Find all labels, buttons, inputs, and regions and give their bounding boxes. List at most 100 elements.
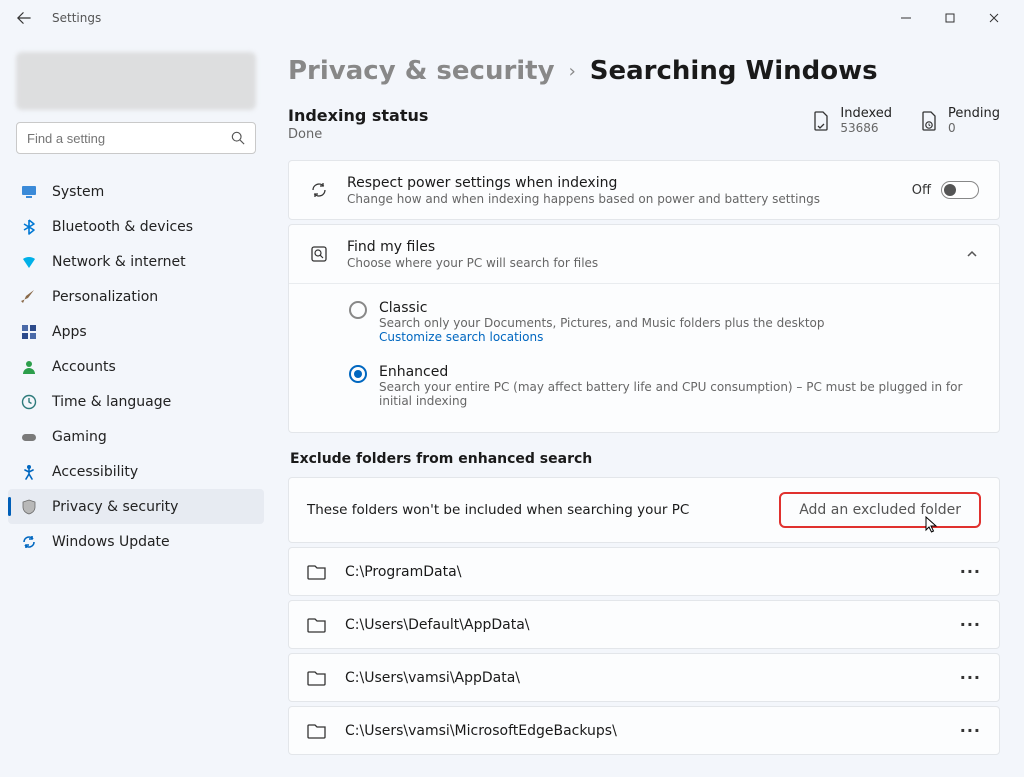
file-search-icon <box>309 244 329 264</box>
radio-option-title: Classic <box>379 300 824 316</box>
app-title: Settings <box>52 11 101 25</box>
excluded-folder-row: C:\Users\Default\AppData\ ··· <box>288 600 1000 649</box>
excluded-folder-row: C:\Users\vamsi\AppData\··· <box>288 653 1000 702</box>
sidebar-item-gaming[interactable]: Gaming <box>8 419 264 454</box>
indexing-status-title: Indexing status <box>288 106 428 125</box>
close-icon <box>989 13 999 23</box>
sidebar-item-accessibility[interactable]: Accessibility <box>8 454 264 489</box>
minimize-icon <box>901 13 911 23</box>
exclude-section-label: Exclude folders from enhanced search <box>290 451 1000 467</box>
sidebar-item-privacy-security[interactable]: Privacy & security <box>8 489 264 524</box>
sidebar-item-network-internet[interactable]: Network & internet <box>8 244 264 279</box>
folder-icon <box>307 616 327 634</box>
sidebar-item-label: Time & language <box>52 394 171 410</box>
stat-indexed-value: 53686 <box>840 121 892 135</box>
nav-list: System Bluetooth & devices Network & inter… <box>0 170 272 563</box>
folder-icon <box>307 669 327 687</box>
find-files-option-enhanced[interactable]: EnhancedSearch your entire PC (may affec… <box>349 354 979 418</box>
stat-pending-label: Pending <box>948 106 1000 121</box>
sidebar-item-label: System <box>52 184 104 200</box>
page-title: Searching Windows <box>590 56 878 86</box>
power-row-sub: Change how and when indexing happens bas… <box>347 192 894 206</box>
stat-pending: Pending 0 <box>920 106 1000 135</box>
add-excluded-folder-button[interactable]: Add an excluded folder <box>779 492 981 528</box>
breadcrumb-parent[interactable]: Privacy & security <box>288 56 555 86</box>
profile-card[interactable] <box>16 52 256 110</box>
search-box[interactable] <box>16 122 256 154</box>
excluded-folder-path: C:\Users\vamsi\MicrosoftEdgeBackups\ <box>345 723 942 739</box>
accessibility-icon <box>20 463 38 481</box>
globe-clock-icon <box>20 393 38 411</box>
stat-pending-value: 0 <box>948 121 1000 135</box>
power-toggle-label: Off <box>912 183 931 198</box>
bluetooth-icon <box>20 218 38 236</box>
chevron-up-icon <box>965 247 979 261</box>
sidebar-item-label: Apps <box>52 324 87 340</box>
cursor-icon <box>925 516 939 534</box>
power-sync-icon <box>309 180 329 200</box>
sidebar-item-label: Accessibility <box>52 464 138 480</box>
sidebar-item-bluetooth-devices[interactable]: Bluetooth & devices <box>8 209 264 244</box>
excluded-folder-path: C:\ProgramData\ <box>345 564 942 580</box>
chevron-right-icon: › <box>569 61 576 82</box>
breadcrumb: Privacy & security › Searching Windows <box>288 56 1000 86</box>
power-toggle[interactable] <box>941 181 979 199</box>
excluded-folder-path: C:\Users\Default\AppData\ <box>345 617 942 633</box>
window-maximize-button[interactable] <box>928 2 972 34</box>
power-row-title: Respect power settings when indexing <box>347 175 894 191</box>
more-options-button[interactable]: ··· <box>960 562 981 581</box>
file-clock-icon <box>920 111 938 131</box>
find-files-title: Find my files <box>347 239 947 255</box>
brush-icon <box>20 288 38 306</box>
apps-icon <box>20 323 38 341</box>
find-files-sub: Choose where your PC will search for fil… <box>347 256 947 270</box>
file-check-icon <box>812 111 830 131</box>
monitor-icon <box>20 183 38 201</box>
sidebar-item-apps[interactable]: Apps <box>8 314 264 349</box>
sidebar-item-personalization[interactable]: Personalization <box>8 279 264 314</box>
exclude-header-text: These folders won't be included when sea… <box>307 502 689 518</box>
titlebar: Settings <box>0 0 1024 36</box>
search-icon <box>231 131 245 145</box>
folder-icon <box>307 563 327 581</box>
excluded-folder-row: C:\ProgramData\ ··· <box>288 547 1000 596</box>
indexing-status: Indexing status Done Indexed 53686 <box>288 106 1000 142</box>
radio-option-title: Enhanced <box>379 364 979 380</box>
shield-icon <box>20 498 38 516</box>
folder-icon <box>307 722 327 740</box>
back-button[interactable] <box>8 2 40 34</box>
sidebar-item-label: Accounts <box>52 359 116 375</box>
radio-button[interactable] <box>349 301 367 319</box>
wifi-icon <box>20 253 38 271</box>
radio-option-sub: Search your entire PC (may affect batter… <box>379 380 979 408</box>
window-minimize-button[interactable] <box>884 2 928 34</box>
stat-indexed-label: Indexed <box>840 106 892 121</box>
sidebar: System Bluetooth & devices Network & inter… <box>0 36 272 777</box>
sidebar-item-label: Privacy & security <box>52 499 178 515</box>
sidebar-item-label: Network & internet <box>52 254 186 270</box>
more-options-button[interactable]: ··· <box>960 721 981 740</box>
more-options-button[interactable]: ··· <box>960 668 981 687</box>
window-close-button[interactable] <box>972 2 1016 34</box>
sidebar-item-windows-update[interactable]: Windows Update <box>8 524 264 559</box>
person-icon <box>20 358 38 376</box>
find-files-option-classic[interactable]: ClassicSearch only your Documents, Pictu… <box>349 290 979 354</box>
arrow-left-icon <box>17 11 31 25</box>
find-my-files-card: Find my files Choose where your PC will … <box>288 224 1000 433</box>
maximize-icon <box>945 13 955 23</box>
sidebar-item-label: Gaming <box>52 429 107 445</box>
sidebar-item-system[interactable]: System <box>8 174 264 209</box>
more-options-button[interactable]: ··· <box>960 615 981 634</box>
sidebar-item-label: Bluetooth & devices <box>52 219 193 235</box>
indexing-status-value: Done <box>288 127 428 142</box>
update-icon <box>20 533 38 551</box>
customize-search-locations-link[interactable]: Customize search locations <box>379 330 824 344</box>
radio-button[interactable] <box>349 365 367 383</box>
radio-option-sub: Search only your Documents, Pictures, an… <box>379 316 824 330</box>
sidebar-item-accounts[interactable]: Accounts <box>8 349 264 384</box>
sidebar-item-label: Windows Update <box>52 534 170 550</box>
power-settings-card: Respect power settings when indexing Cha… <box>288 160 1000 220</box>
sidebar-item-time-language[interactable]: Time & language <box>8 384 264 419</box>
find-my-files-header[interactable]: Find my files Choose where your PC will … <box>289 225 999 283</box>
search-input[interactable] <box>27 131 231 146</box>
